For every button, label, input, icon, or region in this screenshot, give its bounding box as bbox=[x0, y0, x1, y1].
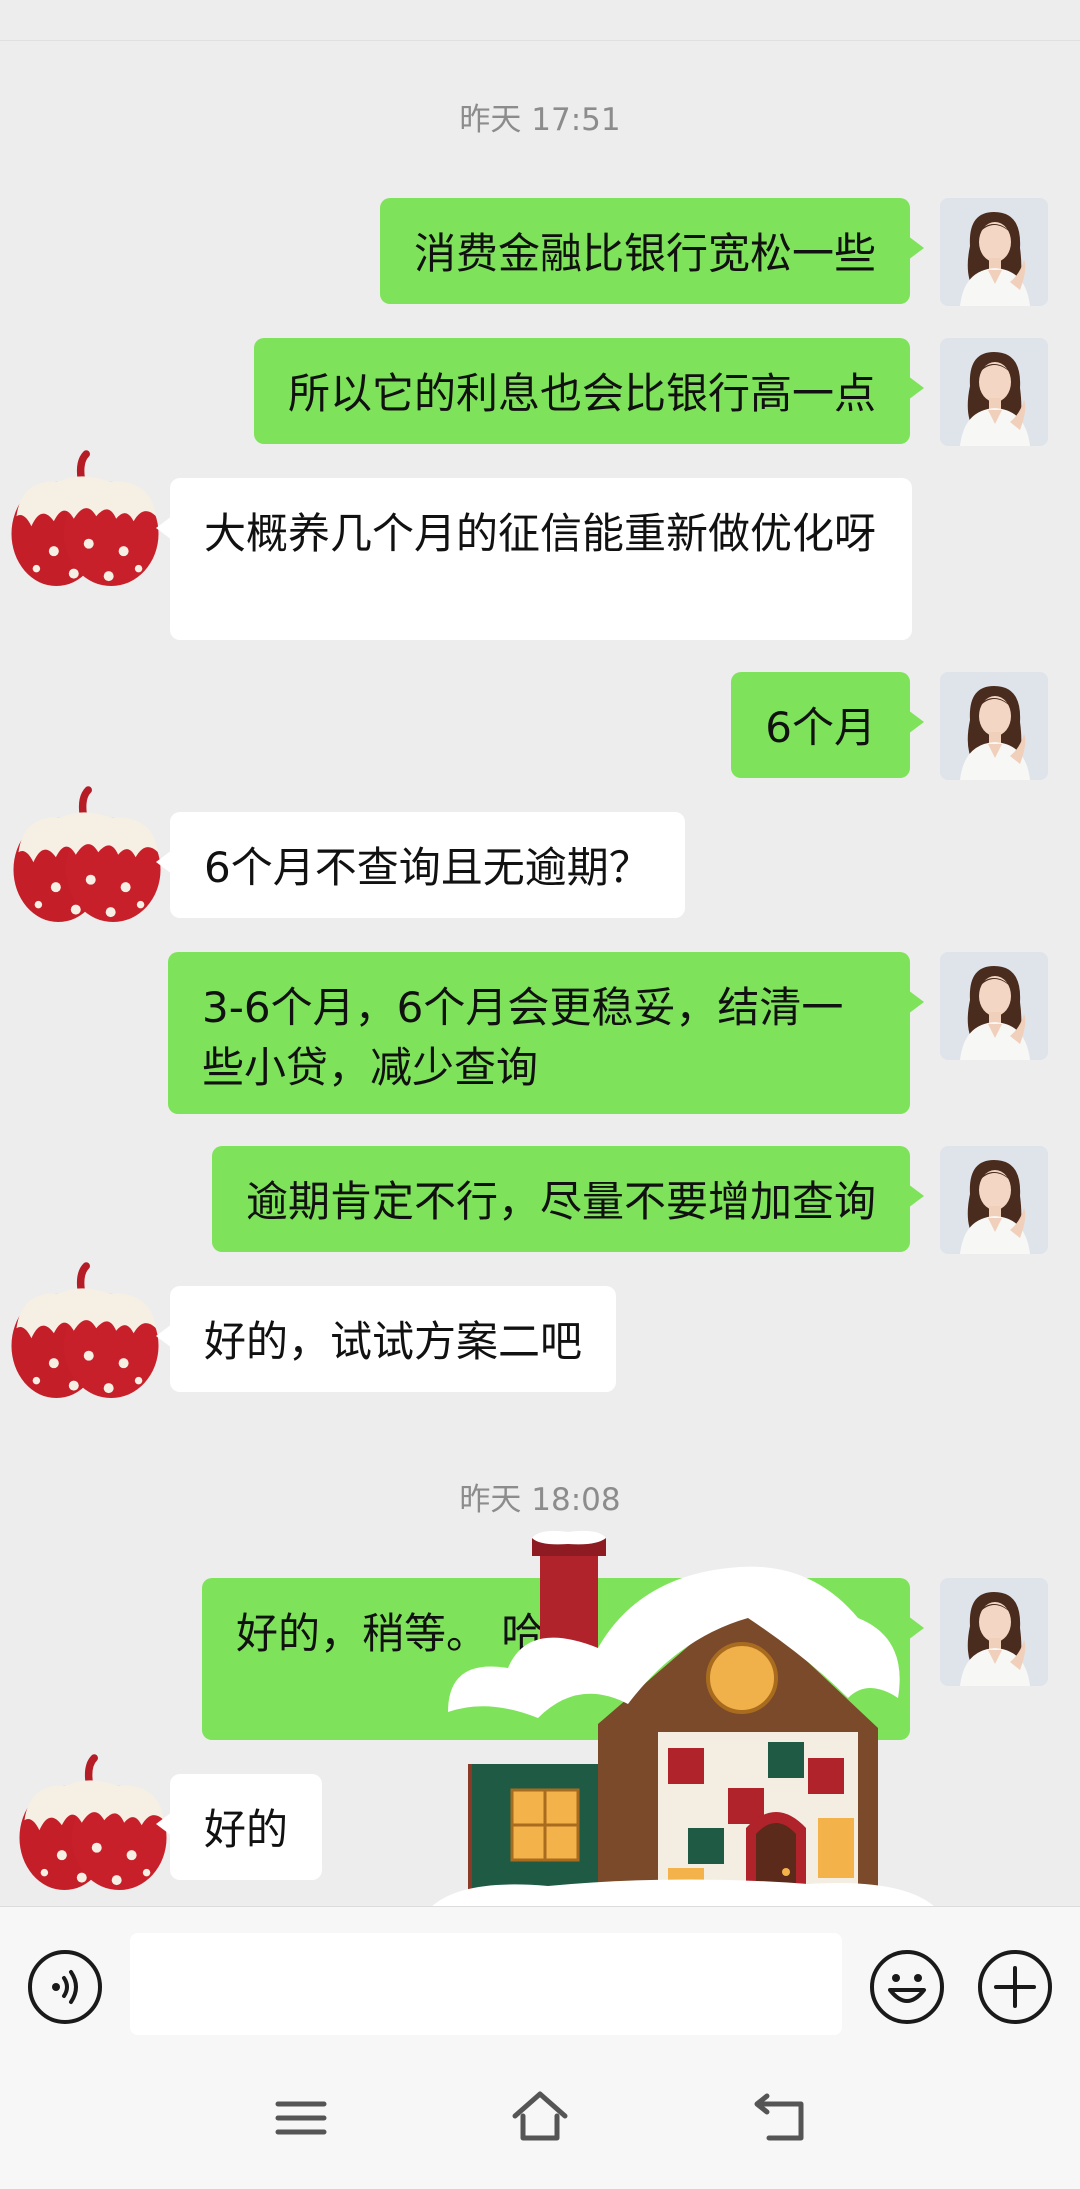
timestamp: 昨天 17:51 bbox=[459, 102, 621, 138]
woman-portrait-avatar[interactable] bbox=[940, 1146, 1048, 1254]
woman-portrait-avatar[interactable] bbox=[940, 1578, 1048, 1686]
message-bubble-sent[interactable]: 3-6个月，6个月会更稳妥，结清一些小贷，减少查询 bbox=[168, 952, 924, 1114]
woman-portrait-avatar[interactable] bbox=[940, 952, 1048, 1060]
strawberry-apple-avatar[interactable] bbox=[4, 444, 166, 606]
emoji-icon[interactable] bbox=[870, 1950, 944, 2024]
snowy-gingerbread-house-sticker bbox=[428, 1528, 938, 1928]
message-bubble-sent[interactable]: 所以它的利息也会比银行高一点 bbox=[253, 338, 925, 444]
woman-portrait-avatar[interactable] bbox=[940, 672, 1048, 780]
timestamp: 昨天 18:08 bbox=[459, 1482, 621, 1518]
plus-icon[interactable] bbox=[978, 1950, 1052, 2024]
strawberry-apple-avatar[interactable] bbox=[12, 1748, 174, 1906]
system-navigation-bar bbox=[0, 2044, 1080, 2189]
message-bubble-received[interactable]: 好的 bbox=[155, 1774, 323, 1880]
woman-portrait-avatar[interactable] bbox=[940, 198, 1048, 306]
input-bar bbox=[0, 1906, 1080, 2044]
strawberry-apple-avatar[interactable] bbox=[4, 1256, 166, 1418]
voice-icon[interactable] bbox=[28, 1950, 102, 2024]
message-bubble-received[interactable]: 大概养几个月的征信能重新做优化呀 bbox=[156, 478, 912, 640]
home-icon[interactable] bbox=[505, 2082, 575, 2152]
message-input[interactable] bbox=[130, 1933, 842, 2035]
divider bbox=[0, 40, 1080, 41]
message-bubble-sent[interactable]: 消费金融比银行宽松一些 bbox=[379, 198, 925, 304]
woman-portrait-avatar[interactable] bbox=[940, 338, 1048, 446]
message-bubble-received[interactable]: 6个月不查询且无逾期？ bbox=[156, 812, 685, 918]
message-bubble-sent[interactable]: 6个月 bbox=[731, 672, 924, 778]
message-bubble-received[interactable]: 好的，试试方案二吧 bbox=[155, 1286, 617, 1392]
menu-icon[interactable] bbox=[266, 2082, 336, 2152]
strawberry-apple-avatar[interactable] bbox=[6, 780, 168, 942]
back-icon[interactable] bbox=[745, 2082, 815, 2152]
message-bubble-sent[interactable]: 逾期肯定不行，尽量不要增加查询 bbox=[211, 1146, 925, 1252]
